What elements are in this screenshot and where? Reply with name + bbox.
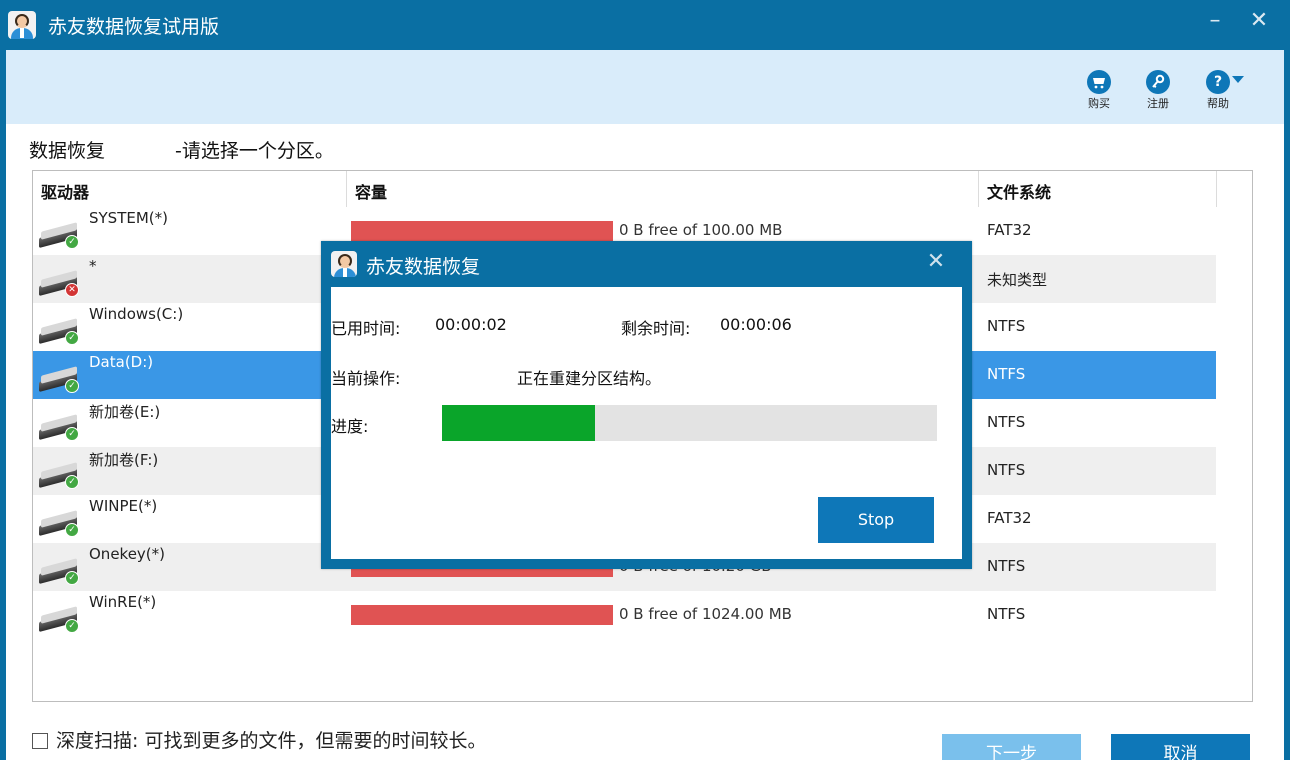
disk-icon: ✓ [39, 318, 83, 345]
filesystem-cell: 未知类型 [987, 271, 1048, 289]
table-row[interactable]: ✓ WinRE(*) 0 B free of 1024.00 MB NTFS [33, 591, 1216, 639]
recovery-progress-dialog: 赤友数据恢复 ✕ 已用时间: 00:00:02 剩余时间: 00:00:06 当… [321, 241, 972, 569]
column-header-drive[interactable]: 驱动器 [41, 179, 89, 203]
filesystem-cell: NTFS [987, 605, 1026, 623]
minimize-button[interactable]: – [1200, 8, 1230, 33]
check-badge-icon: ✓ [65, 619, 79, 633]
toolbar: 购买 注册 ? 帮助 [6, 50, 1284, 124]
disk-icon: ✓ [39, 366, 83, 393]
dropdown-caret-icon[interactable] [1232, 76, 1244, 83]
filesystem-cell: NTFS [987, 317, 1026, 335]
app-logo-icon [8, 11, 36, 39]
disk-icon: ✓ [39, 510, 83, 537]
window-title: 赤友数据恢复试用版 [48, 16, 220, 38]
register-label: 注册 [1147, 97, 1169, 110]
partition-name: * [89, 257, 97, 275]
disk-icon: ✓ [39, 558, 83, 585]
deep-scan-checkbox[interactable] [32, 733, 48, 749]
cart-icon [1087, 70, 1111, 94]
filesystem-cell: FAT32 [987, 221, 1032, 239]
partition-name: 新加卷(E:) [89, 403, 161, 421]
table-header: 驱动器 容量 文件系统 [33, 171, 1252, 207]
operation-value: 正在重建分区结构。 [517, 369, 662, 388]
stop-button[interactable]: Stop [818, 497, 934, 543]
partition-name: 新加卷(F:) [89, 451, 159, 469]
next-button[interactable]: 下一步 [942, 734, 1081, 760]
check-badge-icon: ✓ [65, 235, 79, 249]
dialog-title: 赤友数据恢复 [366, 256, 481, 278]
error-badge-icon: ✕ [65, 283, 79, 297]
partition-name: Windows(C:) [89, 305, 184, 323]
close-button[interactable]: ✕ [1244, 8, 1274, 33]
check-badge-icon: ✓ [65, 475, 79, 489]
help-label: 帮助 [1207, 97, 1229, 110]
dialog-titlebar: 赤友数据恢复 ✕ [321, 241, 972, 287]
progress-fill [442, 405, 595, 441]
capacity-text: 0 B free of 100.00 MB [619, 221, 783, 239]
filesystem-cell: NTFS [987, 365, 1026, 383]
partition-name: Onekey(*) [89, 545, 166, 563]
register-button[interactable]: 注册 [1136, 70, 1180, 111]
deep-scan-option[interactable]: 深度扫描: 可找到更多的文件，但需要的时间较长。 [32, 726, 486, 753]
check-badge-icon: ✓ [65, 331, 79, 345]
filesystem-cell: FAT32 [987, 509, 1032, 527]
key-icon [1146, 70, 1170, 94]
disk-icon: ✓ [39, 606, 83, 633]
deep-scan-label: 深度扫描: 可找到更多的文件，但需要的时间较长。 [56, 730, 487, 752]
filesystem-cell: NTFS [987, 557, 1026, 575]
column-header-filesystem[interactable]: 文件系统 [987, 179, 1051, 203]
operation-label: 当前操作: [331, 369, 401, 388]
section-hint: -请选择一个分区。 [175, 140, 334, 162]
partition-name: Data(D:) [89, 353, 154, 371]
partition-name: WINPE(*) [89, 497, 158, 515]
check-badge-icon: ✓ [65, 571, 79, 585]
filesystem-cell: NTFS [987, 461, 1026, 479]
remaining-value: 00:00:06 [720, 315, 792, 334]
capacity-text: 0 B free of 1024.00 MB [619, 605, 792, 623]
capacity-bar [351, 605, 613, 625]
dialog-close-button[interactable]: ✕ [921, 249, 951, 274]
elapsed-label: 已用时间: [331, 319, 401, 338]
remaining-label: 剩余时间: [621, 319, 691, 338]
check-badge-icon: ✓ [65, 523, 79, 537]
filesystem-cell: NTFS [987, 413, 1026, 431]
column-divider[interactable] [978, 171, 979, 207]
disk-icon: ✓ [39, 222, 83, 249]
app-logo-icon [331, 251, 357, 277]
disk-icon: ✓ [39, 414, 83, 441]
elapsed-value: 00:00:02 [435, 315, 507, 334]
capacity-bar [351, 221, 613, 241]
section-title: 数据恢复 [29, 140, 106, 162]
disk-icon: ✓ [39, 462, 83, 489]
progress-label: 进度: [331, 417, 369, 436]
cancel-button[interactable]: 取消 [1111, 734, 1250, 760]
main-titlebar: 赤友数据恢复试用版 – ✕ [0, 0, 1290, 50]
check-badge-icon: ✓ [65, 427, 79, 441]
help-icon: ? [1206, 70, 1230, 94]
help-button[interactable]: ? 帮助 [1196, 70, 1244, 111]
disk-icon: ✕ [39, 270, 83, 297]
partition-name: SYSTEM(*) [89, 209, 168, 227]
check-badge-icon: ✓ [65, 379, 79, 393]
buy-button[interactable]: 购买 [1077, 70, 1121, 111]
column-divider[interactable] [1216, 171, 1217, 207]
partition-name: WinRE(*) [89, 593, 157, 611]
progress-bar [442, 405, 937, 441]
column-divider[interactable] [346, 171, 347, 207]
buy-label: 购买 [1088, 97, 1110, 110]
column-header-capacity[interactable]: 容量 [355, 179, 387, 203]
